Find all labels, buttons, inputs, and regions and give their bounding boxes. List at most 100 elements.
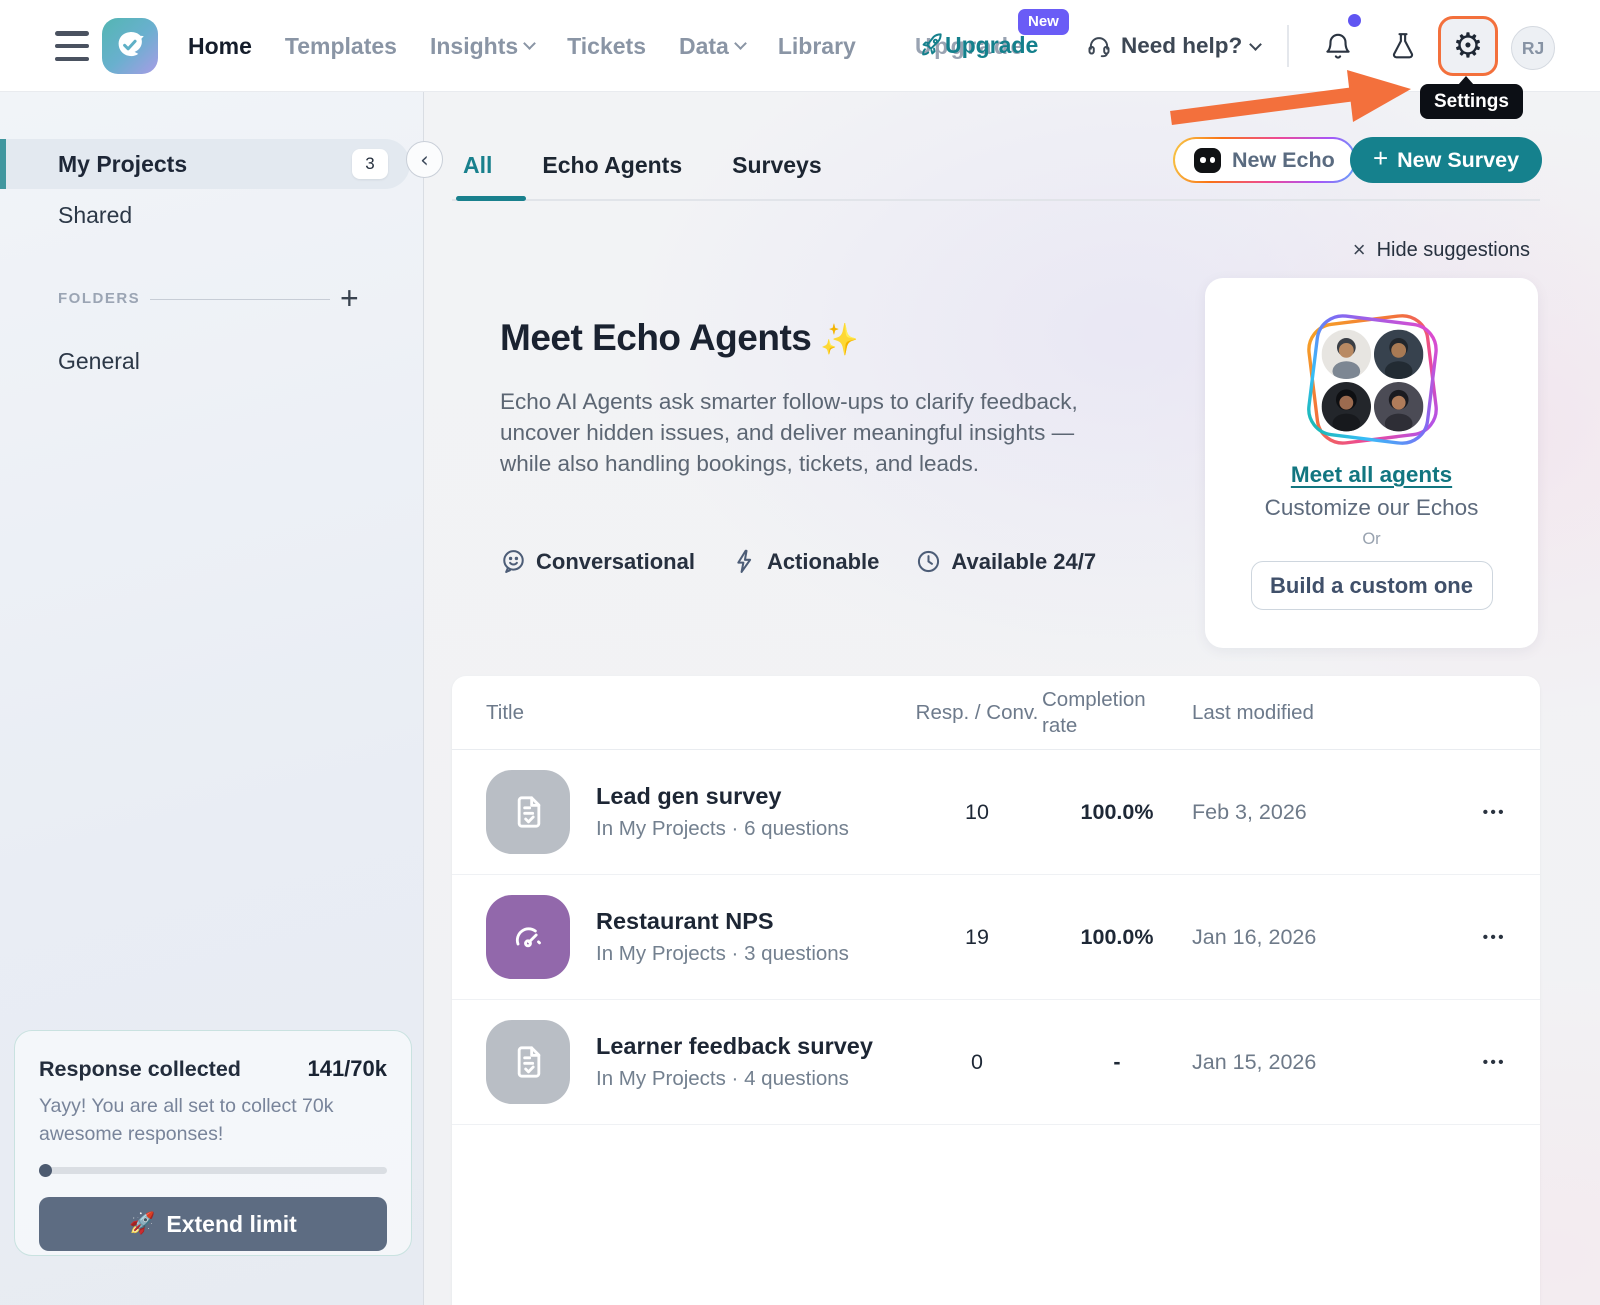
last-modified-date: Feb 3, 2026 <box>1192 800 1442 825</box>
table-row[interactable]: Learner feedback survey In My Projects ·… <box>452 1000 1540 1125</box>
table-header-row: Title Resp. / Conv. Completion rate Last… <box>452 676 1540 750</box>
last-modified-date: Jan 16, 2026 <box>1192 925 1442 950</box>
completion-rate: - <box>1042 1050 1192 1075</box>
table-row[interactable]: Restaurant NPS In My Projects · 3 questi… <box>452 875 1540 1000</box>
survey-title: Restaurant NPS <box>596 908 849 935</box>
echo-agents-suggestion-card: Meet all agents Customize our Echos Or B… <box>1205 278 1538 648</box>
feature-actionable: Actionable <box>731 548 879 575</box>
new-survey-label: New Survey <box>1397 148 1519 173</box>
gear-icon: ⚙ <box>1453 29 1483 63</box>
hero-description: Echo AI Agents ask smarter follow-ups to… <box>500 386 1092 479</box>
sparkles-icon: ✨ <box>820 322 858 357</box>
brand-logo[interactable] <box>102 18 158 74</box>
need-help-label: Need help? <box>1121 33 1242 59</box>
projects-count-badge: 3 <box>352 149 388 179</box>
sidebar-collapse-button[interactable]: ‹ <box>406 141 443 178</box>
rocket-icon: 🚀 <box>129 1212 155 1236</box>
responses-count: 19 <box>912 925 1042 950</box>
column-header-title: Title <box>486 701 912 725</box>
usage-progress-dot <box>39 1164 52 1177</box>
rocket-icon <box>919 32 945 58</box>
usage-progress-bar <box>39 1167 387 1174</box>
table-row[interactable]: Lead gen survey In My Projects · 6 quest… <box>452 750 1540 875</box>
surveys-table: Title Resp. / Conv. Completion rate Last… <box>452 676 1540 1305</box>
tab-echo-agents[interactable]: Echo Agents <box>542 152 682 179</box>
content-tabs: All Echo Agents Surveys <box>463 140 822 190</box>
main-nav: Home Templates Insights Tickets Data Lib… <box>188 0 856 92</box>
nav-item-data[interactable]: Data <box>679 33 745 60</box>
survey-meta: In My Projects · 3 questions <box>596 942 849 966</box>
app-root: Home Templates Insights Tickets Data Lib… <box>0 0 1600 1305</box>
sidebar-item-shared[interactable]: Shared <box>58 202 132 229</box>
nav-item-library[interactable]: Library <box>778 33 856 60</box>
survey-meta: In My Projects · 6 questions <box>596 817 849 841</box>
close-icon: × <box>1353 237 1366 263</box>
feature-label: Conversational <box>536 549 695 575</box>
page-title: Meet Echo Agents✨ <box>500 317 858 359</box>
extend-limit-button[interactable]: 🚀 Extend limit <box>39 1197 387 1251</box>
tabs-border <box>452 199 1540 201</box>
agents-avatar-collage <box>1293 300 1451 458</box>
settings-tooltip: Settings <box>1420 84 1523 119</box>
lightning-icon <box>731 548 758 575</box>
sidebar-item-my-projects[interactable]: My Projects 3 <box>0 139 410 189</box>
avatar-initials: RJ <box>1522 38 1544 59</box>
completion-rate: 100.0% <box>1042 925 1192 950</box>
hero-feature-list: Conversational Actionable Available 24/7 <box>500 548 1096 575</box>
bell-icon <box>1323 30 1353 62</box>
responses-count: 10 <box>912 800 1042 825</box>
user-avatar[interactable]: RJ <box>1511 26 1555 70</box>
row-menu-button[interactable]: ••• <box>1442 929 1506 946</box>
hide-suggestions-button[interactable]: × Hide suggestions <box>1353 237 1530 263</box>
chevron-left-icon: ‹ <box>420 148 428 172</box>
add-folder-button[interactable]: + <box>340 279 359 317</box>
folders-heading: FOLDERS <box>58 290 140 307</box>
feature-available: Available 24/7 <box>915 548 1096 575</box>
survey-title: Lead gen survey <box>596 783 849 810</box>
folders-divider-line <box>150 299 330 300</box>
headset-icon <box>1086 33 1112 59</box>
nav-item-tickets[interactable]: Tickets <box>567 33 646 60</box>
meet-all-agents-link[interactable]: Meet all agents <box>1291 462 1452 488</box>
navbar-divider <box>1287 25 1289 67</box>
new-echo-button[interactable]: New Echo <box>1173 137 1356 183</box>
upgrade-label: Upgrade <box>945 32 1038 59</box>
row-menu-button[interactable]: ••• <box>1442 804 1506 821</box>
new-echo-label: New Echo <box>1232 148 1335 173</box>
sparrow-bird-icon <box>111 27 149 65</box>
sidebar-item-general[interactable]: General <box>58 348 140 375</box>
need-help-menu[interactable]: Need help? <box>1086 0 1260 92</box>
tab-surveys[interactable]: Surveys <box>732 152 822 179</box>
hide-suggestions-label: Hide suggestions <box>1377 239 1530 262</box>
feature-conversational: Conversational <box>500 548 695 575</box>
sidebar: My Projects 3 Shared FOLDERS + General R… <box>0 92 424 1305</box>
plus-icon: + <box>1373 143 1388 174</box>
row-menu-button[interactable]: ••• <box>1442 1054 1506 1071</box>
labs-button[interactable] <box>1388 30 1418 62</box>
new-badge: New <box>1018 9 1069 35</box>
flask-icon <box>1388 30 1418 62</box>
column-header-completion: Completion rate <box>1042 687 1168 739</box>
chevron-down-icon <box>734 37 747 50</box>
nav-item-templates[interactable]: Templates <box>285 33 397 60</box>
survey-meta: In My Projects · 4 questions <box>596 1067 873 1091</box>
completion-rate: 100.0% <box>1042 800 1192 825</box>
usage-title: Response collected <box>39 1057 241 1082</box>
active-accent-bar <box>0 139 6 189</box>
column-header-responses: Resp. / Conv. <box>912 701 1042 725</box>
folders-section-header: FOLDERS + <box>0 288 424 314</box>
my-projects-label: My Projects <box>58 151 187 178</box>
feature-label: Available 24/7 <box>951 549 1096 575</box>
hamburger-menu-icon[interactable] <box>55 31 89 61</box>
new-survey-button[interactable]: + New Survey <box>1350 137 1542 183</box>
smiley-chat-icon <box>500 548 527 575</box>
tab-all[interactable]: All <box>463 152 492 179</box>
panel-subtitle: Customize our Echos <box>1265 495 1479 521</box>
panel-or-divider: Or <box>1362 530 1380 549</box>
settings-button[interactable]: ⚙ <box>1438 16 1498 76</box>
usage-count: 141/70k <box>307 1056 387 1082</box>
nav-item-home[interactable]: Home <box>188 33 252 60</box>
build-custom-agent-button[interactable]: Build a custom one <box>1251 561 1493 610</box>
notifications-bell-button[interactable] <box>1323 30 1353 62</box>
nav-item-insights[interactable]: Insights <box>430 33 534 60</box>
